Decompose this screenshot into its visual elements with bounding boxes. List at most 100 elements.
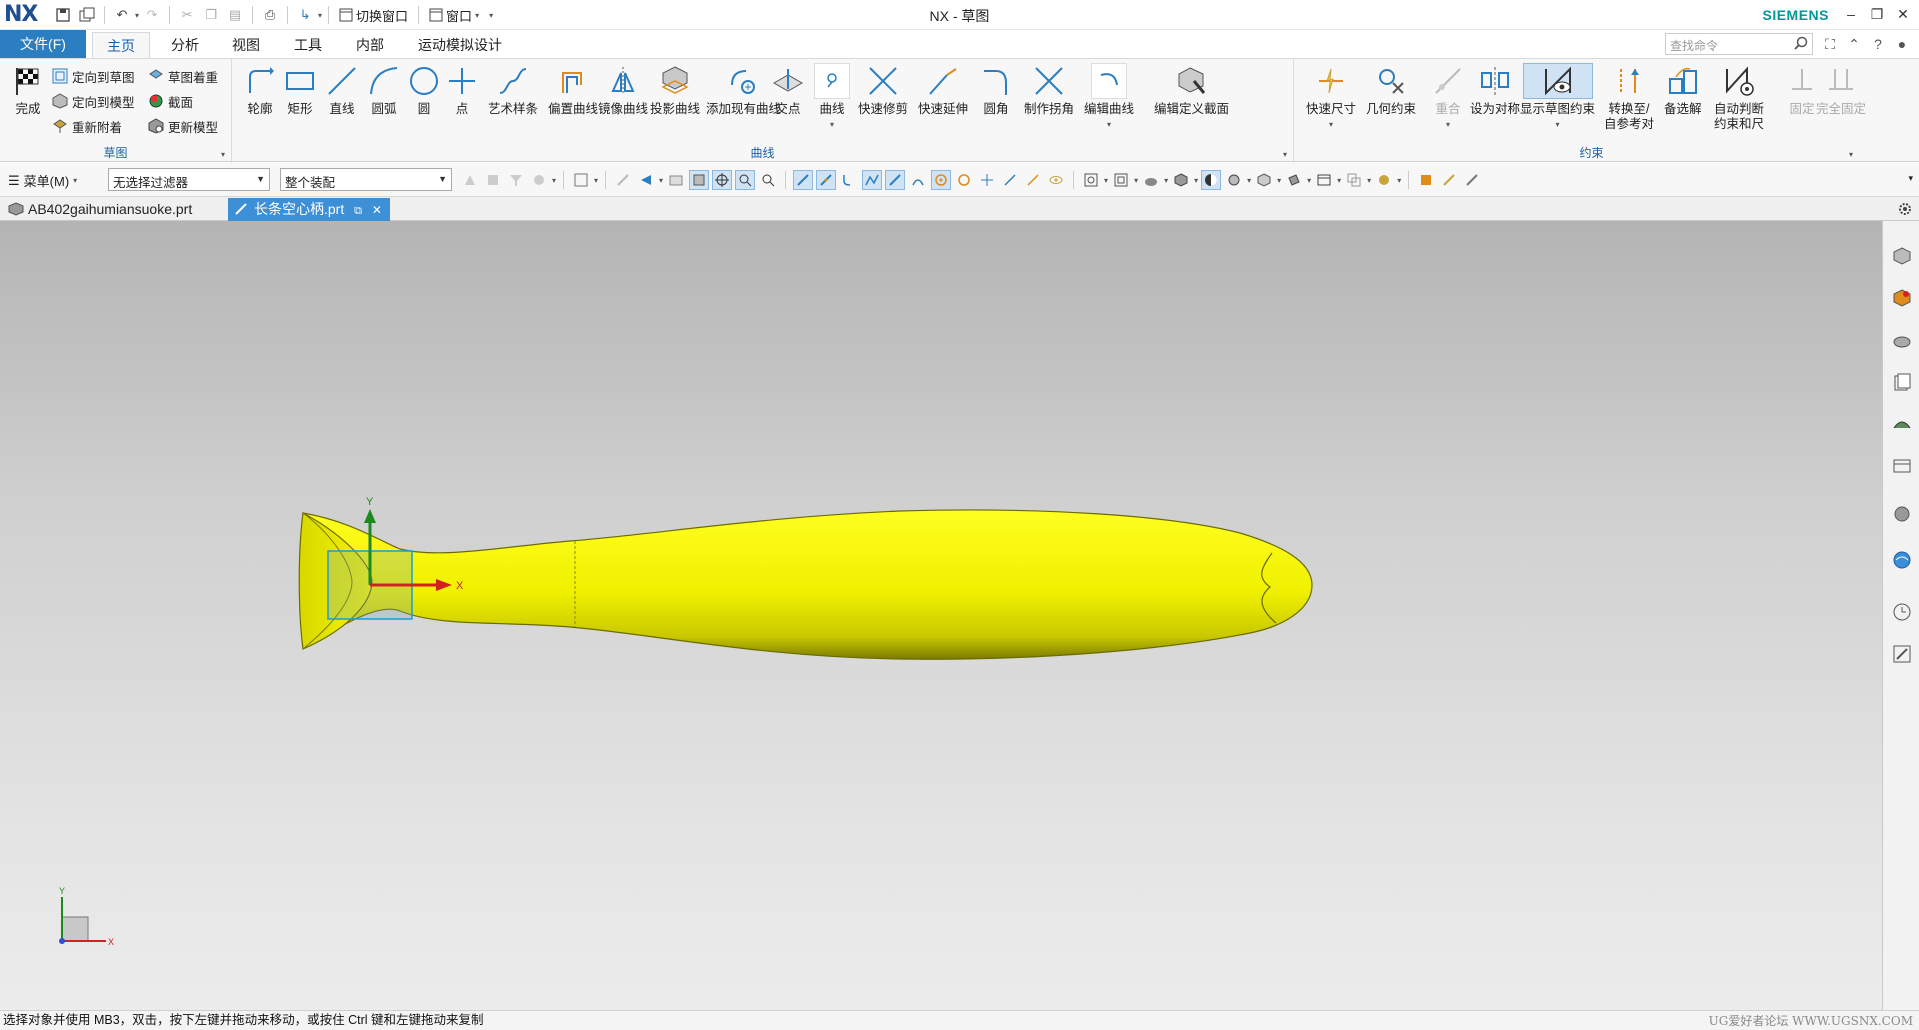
show-sketch-constraints-button[interactable]: 显示草图约束 ▾	[1520, 63, 1595, 132]
selbar-overflow-icon[interactable]: ▾	[1908, 173, 1913, 184]
midpoint-snap-icon[interactable]	[816, 170, 837, 190]
control-point-snap-icon[interactable]	[839, 170, 859, 190]
fit-view-icon[interactable]	[1081, 170, 1101, 190]
alternate-solution-button[interactable]: 备选解	[1664, 63, 1702, 117]
history-icon[interactable]	[1891, 503, 1913, 525]
search-icon[interactable]	[1793, 35, 1809, 51]
select-filter-icon[interactable]	[506, 170, 526, 190]
web-browser-icon[interactable]	[1891, 455, 1913, 477]
curve-gallery-button[interactable]: 曲线 ▾	[814, 63, 850, 132]
arc-button[interactable]: 圆弧	[366, 63, 402, 117]
group-more-icon[interactable]: ▾	[1849, 150, 1853, 159]
paste-icon[interactable]: ▤	[224, 4, 246, 26]
studio-spline-button[interactable]: 艺术样条	[488, 63, 538, 117]
model-canvas[interactable]: Y X Y X	[0, 221, 1882, 1010]
rectangle-button[interactable]: 矩形	[282, 63, 318, 117]
auto-judge-constraints-button[interactable]: 自动判断 约束和尺	[1714, 63, 1764, 132]
close-icon[interactable]: ✕	[1891, 3, 1915, 25]
tab-analysis[interactable]: 分析	[157, 32, 213, 58]
selection-scope-select[interactable]: 整个装配 ▼	[280, 168, 452, 191]
repeat-command-icon[interactable]: ↳	[294, 4, 316, 26]
select-bodies-icon[interactable]	[483, 170, 503, 190]
restore-icon[interactable]: ❐	[1865, 3, 1889, 25]
edit-section-icon[interactable]	[1224, 170, 1244, 190]
project-curve-button[interactable]: 投影曲线	[650, 63, 700, 117]
zoom-snap-icon[interactable]	[735, 170, 756, 190]
line-button[interactable]: 直线	[324, 63, 360, 117]
window-menu-button[interactable]: 窗口 ▾	[425, 6, 483, 25]
select-layer-icon[interactable]	[529, 170, 549, 190]
section-button[interactable]: 截面	[148, 90, 193, 112]
offset-curve-button[interactable]: 偏置曲线	[548, 63, 598, 117]
quick-dimension-button[interactable]: 快速尺寸 ▾	[1306, 63, 1356, 132]
sketch-shade-button[interactable]: 草图着重	[148, 65, 218, 87]
fixed-button[interactable]: 固定	[1784, 63, 1820, 117]
circle-snap-icon[interactable]	[954, 170, 974, 190]
collapse-ribbon-icon[interactable]: ⌃	[1844, 34, 1864, 54]
save-all-icon[interactable]	[76, 4, 98, 26]
pencil-icon[interactable]	[1462, 170, 1482, 190]
clock-icon[interactable]	[1891, 601, 1913, 623]
eye-snap-icon[interactable]	[1046, 170, 1066, 190]
tab-home[interactable]: 主页	[92, 32, 150, 58]
save-icon[interactable]	[52, 4, 74, 26]
orient-to-model-button[interactable]: 定向到模型	[52, 90, 135, 112]
qat-customize-icon[interactable]: ▾	[489, 11, 493, 20]
mirror-curve-button[interactable]: 镜像曲线	[598, 63, 648, 117]
point-on-curve-snap-icon[interactable]	[977, 170, 997, 190]
make-corner-button[interactable]: 制作拐角	[1024, 63, 1074, 117]
reattach-button[interactable]: 重新附着	[52, 115, 122, 137]
layer-settings-icon[interactable]	[1284, 170, 1304, 190]
settings-gear-icon[interactable]	[1897, 201, 1913, 217]
minimize-icon[interactable]: –	[1839, 3, 1863, 25]
render-style-icon[interactable]	[1141, 170, 1161, 190]
tab-file[interactable]: 文件(F)	[0, 30, 86, 58]
endpoint-snap-icon[interactable]	[793, 170, 814, 190]
print-icon[interactable]: ⎙	[259, 4, 281, 26]
geometric-constraints-button[interactable]: 几何约束	[1366, 63, 1416, 117]
constraint-navigator-icon[interactable]	[1891, 329, 1913, 351]
doc-tab-ab402[interactable]: AB402gaihumiansuoke.prt	[2, 198, 200, 221]
point-button[interactable]: 点	[444, 63, 480, 117]
switch-window-button[interactable]: 切换窗口	[335, 6, 412, 25]
reuse-library-icon[interactable]	[1891, 371, 1913, 393]
handle-body[interactable]	[302, 509, 1313, 660]
help-icon[interactable]: ?	[1868, 34, 1888, 54]
tab-tools[interactable]: 工具	[280, 32, 336, 58]
brush-icon[interactable]	[1439, 170, 1459, 190]
group-more-icon[interactable]: ▾	[221, 150, 225, 159]
update-model-button[interactable]: 更新模型	[148, 115, 218, 137]
edit-curve-button[interactable]: 编辑曲线 ▾	[1084, 63, 1134, 132]
point-on-surface-snap-icon[interactable]	[1000, 170, 1020, 190]
role-icon[interactable]	[1891, 643, 1913, 665]
snap-disabled-icon[interactable]	[613, 170, 633, 190]
material-icon[interactable]	[1374, 170, 1394, 190]
quadrant-snap-icon[interactable]	[931, 170, 952, 190]
convert-to-reference-button[interactable]: 转换至/自参考对	[1604, 63, 1654, 132]
select-all-icon[interactable]	[571, 170, 591, 190]
menu-button[interactable]: ☰ 菜单(M) ▾	[8, 171, 77, 190]
settings-dot-icon[interactable]: ●	[1892, 34, 1912, 54]
finish-sketch-button[interactable]: 完成	[10, 63, 46, 117]
tab-view[interactable]: 视图	[218, 32, 274, 58]
tangent-snap-icon[interactable]	[908, 170, 928, 190]
fillet-button[interactable]: 圆角	[978, 63, 1014, 117]
box-select-icon[interactable]	[666, 170, 686, 190]
quick-extend-button[interactable]: 快速延伸	[918, 63, 968, 117]
arc-center-snap-icon[interactable]	[885, 170, 906, 190]
make-symmetric-button[interactable]: 设为对称	[1470, 63, 1520, 117]
zoom-window-icon[interactable]	[1111, 170, 1131, 190]
graphics-viewport[interactable]: Y X Y X	[0, 221, 1882, 1010]
intersection-snap-icon[interactable]	[862, 170, 883, 190]
orient-to-sketch-button[interactable]: 定向到草图	[52, 65, 135, 87]
circle-button[interactable]: 圆	[406, 63, 442, 117]
fully-fixed-button[interactable]: 完全固定	[1816, 63, 1866, 117]
bounded-grid-snap-icon[interactable]	[1023, 170, 1043, 190]
intersection-point-button[interactable]: 交点	[770, 63, 806, 117]
show-hide-icon[interactable]	[1254, 170, 1274, 190]
tab-motion-simulation[interactable]: 运动模拟设计	[404, 32, 516, 58]
tab-internal[interactable]: 内部	[342, 32, 398, 58]
profile-button[interactable]: 轮廓	[242, 63, 278, 117]
command-search-input[interactable]: 查找命令	[1665, 33, 1813, 55]
part-navigator-icon[interactable]	[1891, 245, 1913, 267]
